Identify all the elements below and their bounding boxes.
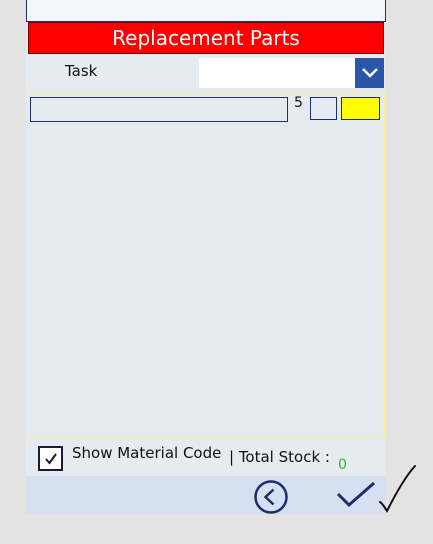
total-stock-value: 0 — [338, 457, 347, 473]
footer-bar — [26, 476, 386, 514]
chevron-left-circle-icon — [254, 480, 288, 514]
page-title-text: Replacement Parts — [112, 26, 300, 50]
total-stock-label: | Total Stock : — [229, 448, 330, 466]
dropdown-button[interactable] — [355, 58, 384, 88]
show-material-code-checkbox[interactable] — [38, 446, 63, 471]
handwritten-checkmark-icon — [378, 462, 418, 514]
part-input-box[interactable] — [310, 97, 337, 120]
checkmark-icon — [44, 452, 57, 465]
show-material-code-label: Show Material Code — [72, 444, 222, 462]
parts-gallery — [27, 92, 385, 437]
top-input-box[interactable] — [26, 0, 386, 22]
back-button[interactable] — [253, 480, 289, 514]
page-title: Replacement Parts — [28, 22, 384, 54]
confirm-button[interactable] — [335, 479, 377, 511]
checkmark-icon — [336, 481, 375, 508]
chevron-down-icon — [361, 68, 378, 78]
part-name-field[interactable] — [30, 97, 288, 122]
task-dropdown[interactable] — [199, 58, 384, 88]
part-highlight-box[interactable] — [341, 97, 380, 120]
part-quantity: 5 — [294, 95, 303, 111]
task-label: Task — [65, 62, 98, 80]
